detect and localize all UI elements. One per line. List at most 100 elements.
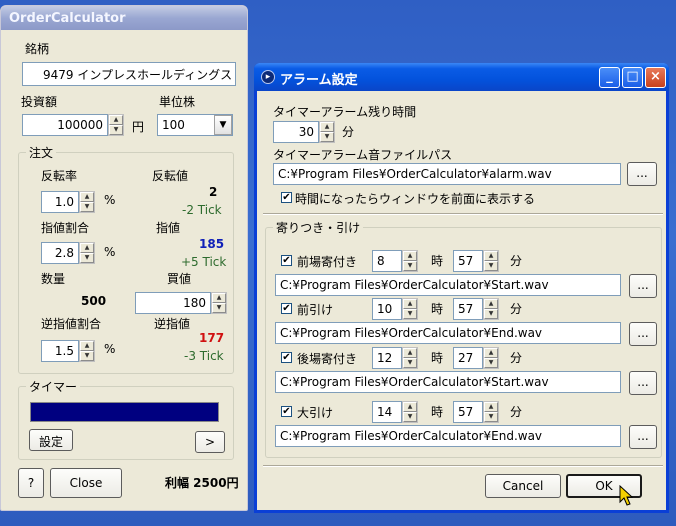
limit-ratio-label: 指値割合 [41,221,90,235]
session-checkbox[interactable]: ✔ [281,303,292,314]
limit-value: 185 [199,237,225,251]
timer-progress-fill [31,403,218,421]
session-minute-stepper[interactable]: ▲ ▼ [483,347,499,369]
chevron-down-icon[interactable]: ▼ [214,115,232,135]
session-minute-stepper[interactable]: ▲ ▼ [483,401,499,423]
minute-unit: 分 [510,302,523,316]
stop-value: 177 [199,331,225,345]
session-label: 前場寄付き [297,255,358,269]
limit-percent: % [104,245,116,259]
reversal-rate-label: 反転率 [41,169,78,183]
session-hour-input[interactable]: 14 [372,401,402,423]
stop-ratio-label: 逆指値割合 [41,317,102,331]
front-checkbox[interactable]: ✔ [281,192,292,203]
session-minute-input[interactable]: 27 [453,347,483,369]
minute-unit: 分 [510,254,523,268]
session-label: 前引け [297,303,334,317]
stock-label: 銘柄 [25,42,50,56]
front-checkbox-label: 時間になったらウィンドウを前面に表示する [295,192,536,206]
sound-path-browse-button[interactable]: ... [627,162,657,186]
help-button[interactable]: ? [18,468,44,498]
cancel-button[interactable]: Cancel [485,474,561,498]
session-hour-stepper[interactable]: ▲ ▼ [402,250,418,272]
session-path-input[interactable]: C:¥Program Files¥OrderCalculator¥Start.w… [275,274,621,296]
hour-unit: 時 [431,302,444,316]
session-hour-input[interactable]: 8 [372,250,402,272]
limit-label: 指値 [156,221,181,235]
minute-unit: 分 [510,351,523,365]
session-minute-input[interactable]: 57 [453,250,483,272]
session-path-input[interactable]: C:¥Program Files¥OrderCalculator¥Start.w… [275,371,621,393]
reversal-value-label: 反転値 [152,169,189,183]
quantity-label: 数量 [41,272,66,286]
remaining-time-label: タイマーアラーム残り時間 [273,105,417,119]
session-label: 大引け [297,406,334,420]
minimize-icon[interactable]: _ [599,67,620,88]
reversal-value: 2 [209,185,218,199]
session-path-input[interactable]: C:¥Program Files¥OrderCalculator¥End.wav [275,425,621,447]
session-hour-input[interactable]: 10 [372,298,402,320]
session-browse-button[interactable]: ... [629,322,657,346]
stop-percent: % [104,342,116,356]
investment-label: 投資額 [21,95,58,109]
investment-stepper[interactable]: ▲ ▼ [108,114,124,136]
timer-group-title: タイマー [26,378,81,395]
buy-label: 買値 [167,272,192,286]
stop-ratio-input[interactable]: 1.5 [41,340,79,362]
session-minute-stepper[interactable]: ▲ ▼ [483,250,499,272]
remaining-time-stepper[interactable]: ▲ ▼ [319,121,335,143]
session-minute-input[interactable]: 57 [453,401,483,423]
limit-ratio-input[interactable]: 2.8 [41,242,79,264]
close-icon[interactable]: × [645,67,666,88]
order-group-title: 注文 [26,144,57,161]
investment-input[interactable]: 100000 [22,114,108,136]
session-minute-input[interactable]: 57 [453,298,483,320]
reversal-rate-input[interactable]: 1.0 [41,191,79,213]
divider [263,213,663,215]
buy-price-stepper[interactable]: ▲ ▼ [211,292,227,314]
session-minute-stepper[interactable]: ▲ ▼ [483,298,499,320]
timer-progress-bar [30,402,219,422]
session-browse-button[interactable]: ... [629,274,657,298]
divider [263,465,663,467]
hour-unit: 時 [431,351,444,365]
session-checkbox[interactable]: ✔ [281,352,292,363]
settings-button[interactable]: 設定 [29,429,73,451]
order-calculator-window: OrderCalculator 銘柄 9479 インプレスホールディングス 投資… [0,5,248,511]
reversal-rate-stepper[interactable]: ▲ ▼ [79,191,95,213]
stop-ratio-stepper[interactable]: ▲ ▼ [79,340,95,362]
alarm-settings-dialog: アラーム設定 ▸ _ □ × タイマーアラーム残り時間 30 ▲ ▼ 分 タイマー… [254,63,669,513]
minute-unit: 分 [510,405,523,419]
next-button[interactable]: > [195,431,225,453]
remaining-time-input[interactable]: 30 [273,121,319,143]
session-checkbox[interactable]: ✔ [281,255,292,266]
session-group-title: 寄りつき・引け [273,219,364,236]
stop-label: 逆指値 [154,317,191,331]
close-button[interactable]: Close [50,468,122,498]
session-path-input[interactable]: C:¥Program Files¥OrderCalculator¥End.wav [275,322,621,344]
limit-tick: +5 Tick [181,255,227,269]
app-icon: ▸ [261,70,275,84]
maximize-icon[interactable]: □ [622,67,643,88]
yen-unit: 円 [132,120,145,134]
stock-input[interactable]: 9479 インプレスホールディングス [22,62,236,86]
session-browse-button[interactable]: ... [629,425,657,449]
session-hour-input[interactable]: 12 [372,347,402,369]
session-label: 後場寄付き [297,352,358,366]
session-hour-stepper[interactable]: ▲ ▼ [402,401,418,423]
limit-ratio-stepper[interactable]: ▲ ▼ [79,242,95,264]
reversal-tick: -2 Tick [182,203,222,217]
session-browse-button[interactable]: ... [629,371,657,395]
stop-tick: -3 Tick [184,349,224,363]
session-hour-stepper[interactable]: ▲ ▼ [402,347,418,369]
session-checkbox[interactable]: ✔ [281,406,292,417]
hour-unit: 時 [431,405,444,419]
unit-label: 単位株 [159,95,196,109]
reversal-percent: % [104,193,116,207]
buy-price-input[interactable]: 180 [135,292,211,314]
sound-path-label: タイマーアラーム音ファイルパス [273,148,453,162]
remaining-minute-unit: 分 [342,125,355,139]
session-hour-stepper[interactable]: ▲ ▼ [402,298,418,320]
quantity-value: 500 [81,294,107,308]
sound-path-input[interactable]: C:¥Program Files¥OrderCalculator¥alarm.w… [273,163,621,185]
